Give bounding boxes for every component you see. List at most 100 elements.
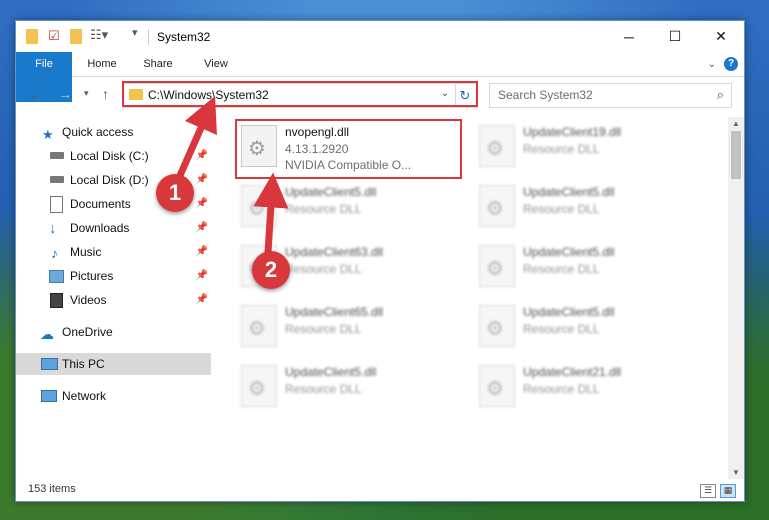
file-name: UpdateClient65.dll <box>285 305 384 319</box>
file-item[interactable]: UpdateClient65.dll Resource DLL <box>226 299 451 349</box>
scroll-down-icon[interactable]: ▼ <box>732 468 740 477</box>
scrollbar-thumb[interactable] <box>731 131 741 179</box>
nav-item-local-disk-c[interactable]: Local Disk (C:) 📌 <box>16 145 211 167</box>
cloud-icon: ☁ <box>40 326 54 342</box>
dll-file-icon <box>479 245 515 287</box>
nav-item-label: Local Disk (C:) <box>70 149 149 163</box>
file-description: Resource DLL <box>523 382 600 396</box>
file-description: Resource DLL <box>285 262 362 276</box>
back-arrow-icon[interactable]: ← <box>28 86 42 102</box>
nav-item-onedrive[interactable]: ☁ OneDrive <box>16 321 211 343</box>
new-folder-icon[interactable] <box>70 29 82 44</box>
navigation-bar: ← → ▾ ↑ C:\Windows\System32 ⌄ ↻ Search S… <box>16 79 744 109</box>
nav-item-label: Pictures <box>70 269 114 283</box>
drive-icon <box>50 152 64 159</box>
forward-arrow-icon[interactable]: → <box>58 86 72 102</box>
drive-icon <box>50 176 64 183</box>
folder-icon <box>26 29 38 44</box>
pin-icon[interactable]: 📌 <box>196 241 208 263</box>
vertical-scrollbar[interactable]: ▲ ▼ <box>728 117 744 479</box>
customize-toolbar-icon[interactable]: ☷▾ <box>90 27 108 43</box>
window-title: System32 <box>157 30 211 44</box>
ribbon-tabs: File Home Share View ⌄ ? <box>16 52 744 102</box>
pin-icon[interactable]: 📌 <box>196 145 208 167</box>
pin-icon[interactable]: 📌 <box>196 193 208 215</box>
pin-icon[interactable]: 📌 <box>196 265 208 287</box>
file-item[interactable]: UpdateClient19.dll Resource DLL <box>464 119 689 169</box>
explorer-window: ☑ ☷▾ ▾ System32 ─ ☐ ✕ File Home Share Vi… <box>15 20 745 502</box>
network-icon <box>41 390 57 402</box>
videos-icon <box>50 293 63 308</box>
documents-icon <box>50 196 63 213</box>
nav-item-label: Music <box>70 245 102 259</box>
search-icon: ⌕ <box>716 87 724 102</box>
file-name: UpdateClient19.dll <box>523 125 622 139</box>
status-bar: 153 items ☰ ▦ <box>16 481 744 501</box>
file-description: Resource DLL <box>523 262 600 276</box>
callout-2: 2 <box>252 251 290 289</box>
nav-item-label: OneDrive <box>62 325 113 339</box>
item-count: 153 items <box>28 483 76 495</box>
nav-item-quick-access[interactable]: ★ Quick access <box>16 121 211 143</box>
dll-file-icon <box>241 365 277 407</box>
tiles-view-icon[interactable]: ▦ <box>720 484 736 498</box>
recent-locations-icon[interactable]: ▾ <box>84 88 89 99</box>
nav-item-this-pc[interactable]: This PC <box>16 353 211 375</box>
dll-file-icon <box>479 185 515 227</box>
nav-item-pictures[interactable]: Pictures 📌 <box>16 265 211 287</box>
file-description: Resource DLL <box>285 382 362 396</box>
details-view-icon[interactable]: ☰ <box>700 484 716 498</box>
nav-item-downloads[interactable]: ↓ Downloads 📌 <box>16 217 211 239</box>
close-button[interactable]: ✕ <box>698 21 744 52</box>
pin-icon[interactable]: 📌 <box>196 217 208 239</box>
search-placeholder: Search System32 <box>498 88 593 102</box>
dll-file-icon <box>479 125 515 167</box>
nav-item-videos[interactable]: Videos 📌 <box>16 289 211 311</box>
dll-file-icon <box>241 305 277 347</box>
nav-item-label: Documents <box>70 197 131 211</box>
scroll-up-icon[interactable]: ▲ <box>732 119 740 128</box>
pin-icon[interactable]: 📌 <box>196 169 208 191</box>
tab-home[interactable]: Home <box>76 52 128 76</box>
tab-share[interactable]: Share <box>132 52 184 76</box>
maximize-button[interactable]: ☐ <box>652 21 698 52</box>
nav-item-label: Network <box>62 389 107 403</box>
minimize-button[interactable]: ─ <box>606 21 652 52</box>
nav-item-label: This PC <box>62 357 105 371</box>
properties-icon[interactable]: ☑ <box>48 28 60 44</box>
file-description: Resource DLL <box>523 202 600 216</box>
file-name: UpdateClient63.dll <box>285 245 384 259</box>
file-name: UpdateClient5.dll <box>523 245 615 259</box>
nav-item-music[interactable]: ♪ Music 📌 <box>16 241 211 263</box>
file-name: UpdateClient5.dll <box>285 185 377 199</box>
quick-access-dropdown-icon[interactable]: ▾ <box>132 26 138 42</box>
star-icon: ★ <box>42 127 54 142</box>
file-item[interactable]: UpdateClient5.dll Resource DLL <box>464 179 689 229</box>
file-description: Resource DLL <box>285 202 362 216</box>
file-name: UpdateClient5.dll <box>523 185 615 199</box>
file-item[interactable]: UpdateClient5.dll Resource DLL <box>226 359 451 409</box>
nav-item-network[interactable]: Network <box>16 385 211 407</box>
nav-item-label: Local Disk (D:) <box>70 173 149 187</box>
tab-view[interactable]: View <box>190 52 242 76</box>
expand-ribbon-icon[interactable]: ⌄ <box>708 59 716 70</box>
title-separator <box>148 29 149 45</box>
file-name: UpdateClient5.dll <box>523 305 615 319</box>
computer-icon <box>41 358 58 370</box>
dll-file-icon <box>479 365 515 407</box>
help-icon[interactable]: ? <box>724 57 738 71</box>
download-icon: ↓ <box>49 220 57 237</box>
music-icon: ♪ <box>51 245 58 261</box>
address-highlight <box>122 81 478 107</box>
file-item[interactable]: UpdateClient5.dll Resource DLL <box>226 179 451 229</box>
pictures-icon <box>49 270 64 283</box>
dll-file-icon <box>241 185 277 227</box>
callout-1: 1 <box>156 174 194 212</box>
nav-item-label: Quick access <box>62 125 134 139</box>
pin-icon[interactable]: 📌 <box>196 289 208 311</box>
file-item[interactable]: UpdateClient5.dll Resource DLL <box>464 239 689 289</box>
search-box[interactable]: Search System32 ⌕ <box>489 83 732 108</box>
file-item[interactable]: UpdateClient5.dll Resource DLL <box>464 299 689 349</box>
up-arrow-icon[interactable]: ↑ <box>102 86 109 102</box>
file-item[interactable]: UpdateClient21.dll Resource DLL <box>464 359 689 409</box>
